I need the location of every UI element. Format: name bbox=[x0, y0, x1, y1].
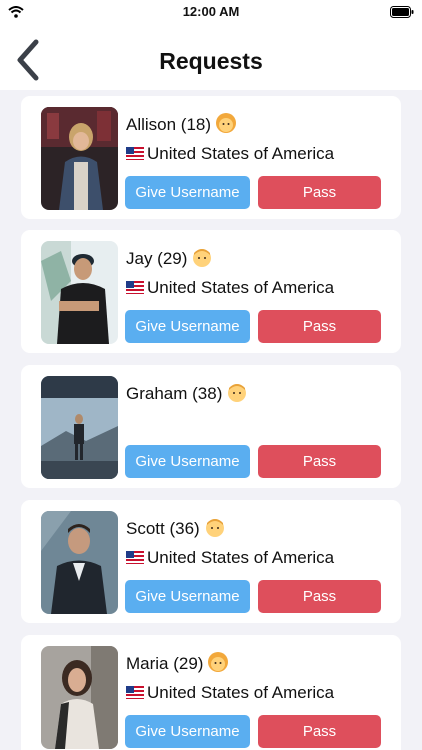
pass-button[interactable]: Pass bbox=[258, 445, 381, 478]
woman-emoji-icon bbox=[215, 112, 237, 139]
pass-button[interactable]: Pass bbox=[258, 580, 381, 613]
woman-emoji-icon bbox=[207, 651, 229, 678]
request-country: United States of America bbox=[126, 548, 334, 569]
requests-list[interactable]: Allison (18) United States of America Gi… bbox=[0, 90, 422, 750]
man-emoji-icon bbox=[191, 246, 213, 273]
battery-icon bbox=[390, 5, 414, 23]
give-username-button[interactable]: Give Username bbox=[125, 176, 250, 209]
request-name: Jay (29) bbox=[126, 246, 213, 273]
request-card: Graham (38) Give Username Pass bbox=[21, 365, 401, 488]
pass-button[interactable]: Pass bbox=[258, 176, 381, 209]
profile-photo[interactable] bbox=[41, 107, 118, 210]
request-card: Allison (18) United States of America Gi… bbox=[21, 96, 401, 219]
request-country: United States of America bbox=[126, 278, 334, 299]
pass-button[interactable]: Pass bbox=[258, 715, 381, 748]
request-card: Scott (36) United States of America Give… bbox=[21, 500, 401, 623]
status-time: 12:00 AM bbox=[182, 4, 240, 19]
request-card: Jay (29) United States of America Give U… bbox=[21, 230, 401, 353]
status-bar: 12:00 AM bbox=[0, 0, 422, 24]
navigation-bar: Requests bbox=[0, 24, 422, 90]
us-flag-icon bbox=[126, 684, 144, 704]
give-username-button[interactable]: Give Username bbox=[125, 445, 250, 478]
profile-photo[interactable] bbox=[41, 646, 118, 749]
request-name: Maria (29) bbox=[126, 651, 229, 678]
give-username-button[interactable]: Give Username bbox=[125, 310, 250, 343]
profile-photo[interactable] bbox=[41, 376, 118, 479]
give-username-button[interactable]: Give Username bbox=[125, 715, 250, 748]
request-name: Scott (36) bbox=[126, 516, 226, 543]
request-name: Graham (38) bbox=[126, 381, 248, 408]
request-country: United States of America bbox=[126, 683, 334, 704]
us-flag-icon bbox=[126, 145, 144, 165]
profile-photo[interactable] bbox=[41, 511, 118, 614]
us-flag-icon bbox=[126, 549, 144, 569]
page-title: Requests bbox=[159, 48, 263, 74]
man-emoji-icon bbox=[204, 516, 226, 543]
us-flag-icon bbox=[126, 279, 144, 299]
request-name: Allison (18) bbox=[126, 112, 237, 139]
request-country: United States of America bbox=[126, 144, 334, 165]
man-emoji-icon bbox=[226, 381, 248, 408]
profile-photo[interactable] bbox=[41, 241, 118, 344]
give-username-button[interactable]: Give Username bbox=[125, 580, 250, 613]
request-card: Maria (29) United States of America Give… bbox=[21, 635, 401, 750]
pass-button[interactable]: Pass bbox=[258, 310, 381, 343]
